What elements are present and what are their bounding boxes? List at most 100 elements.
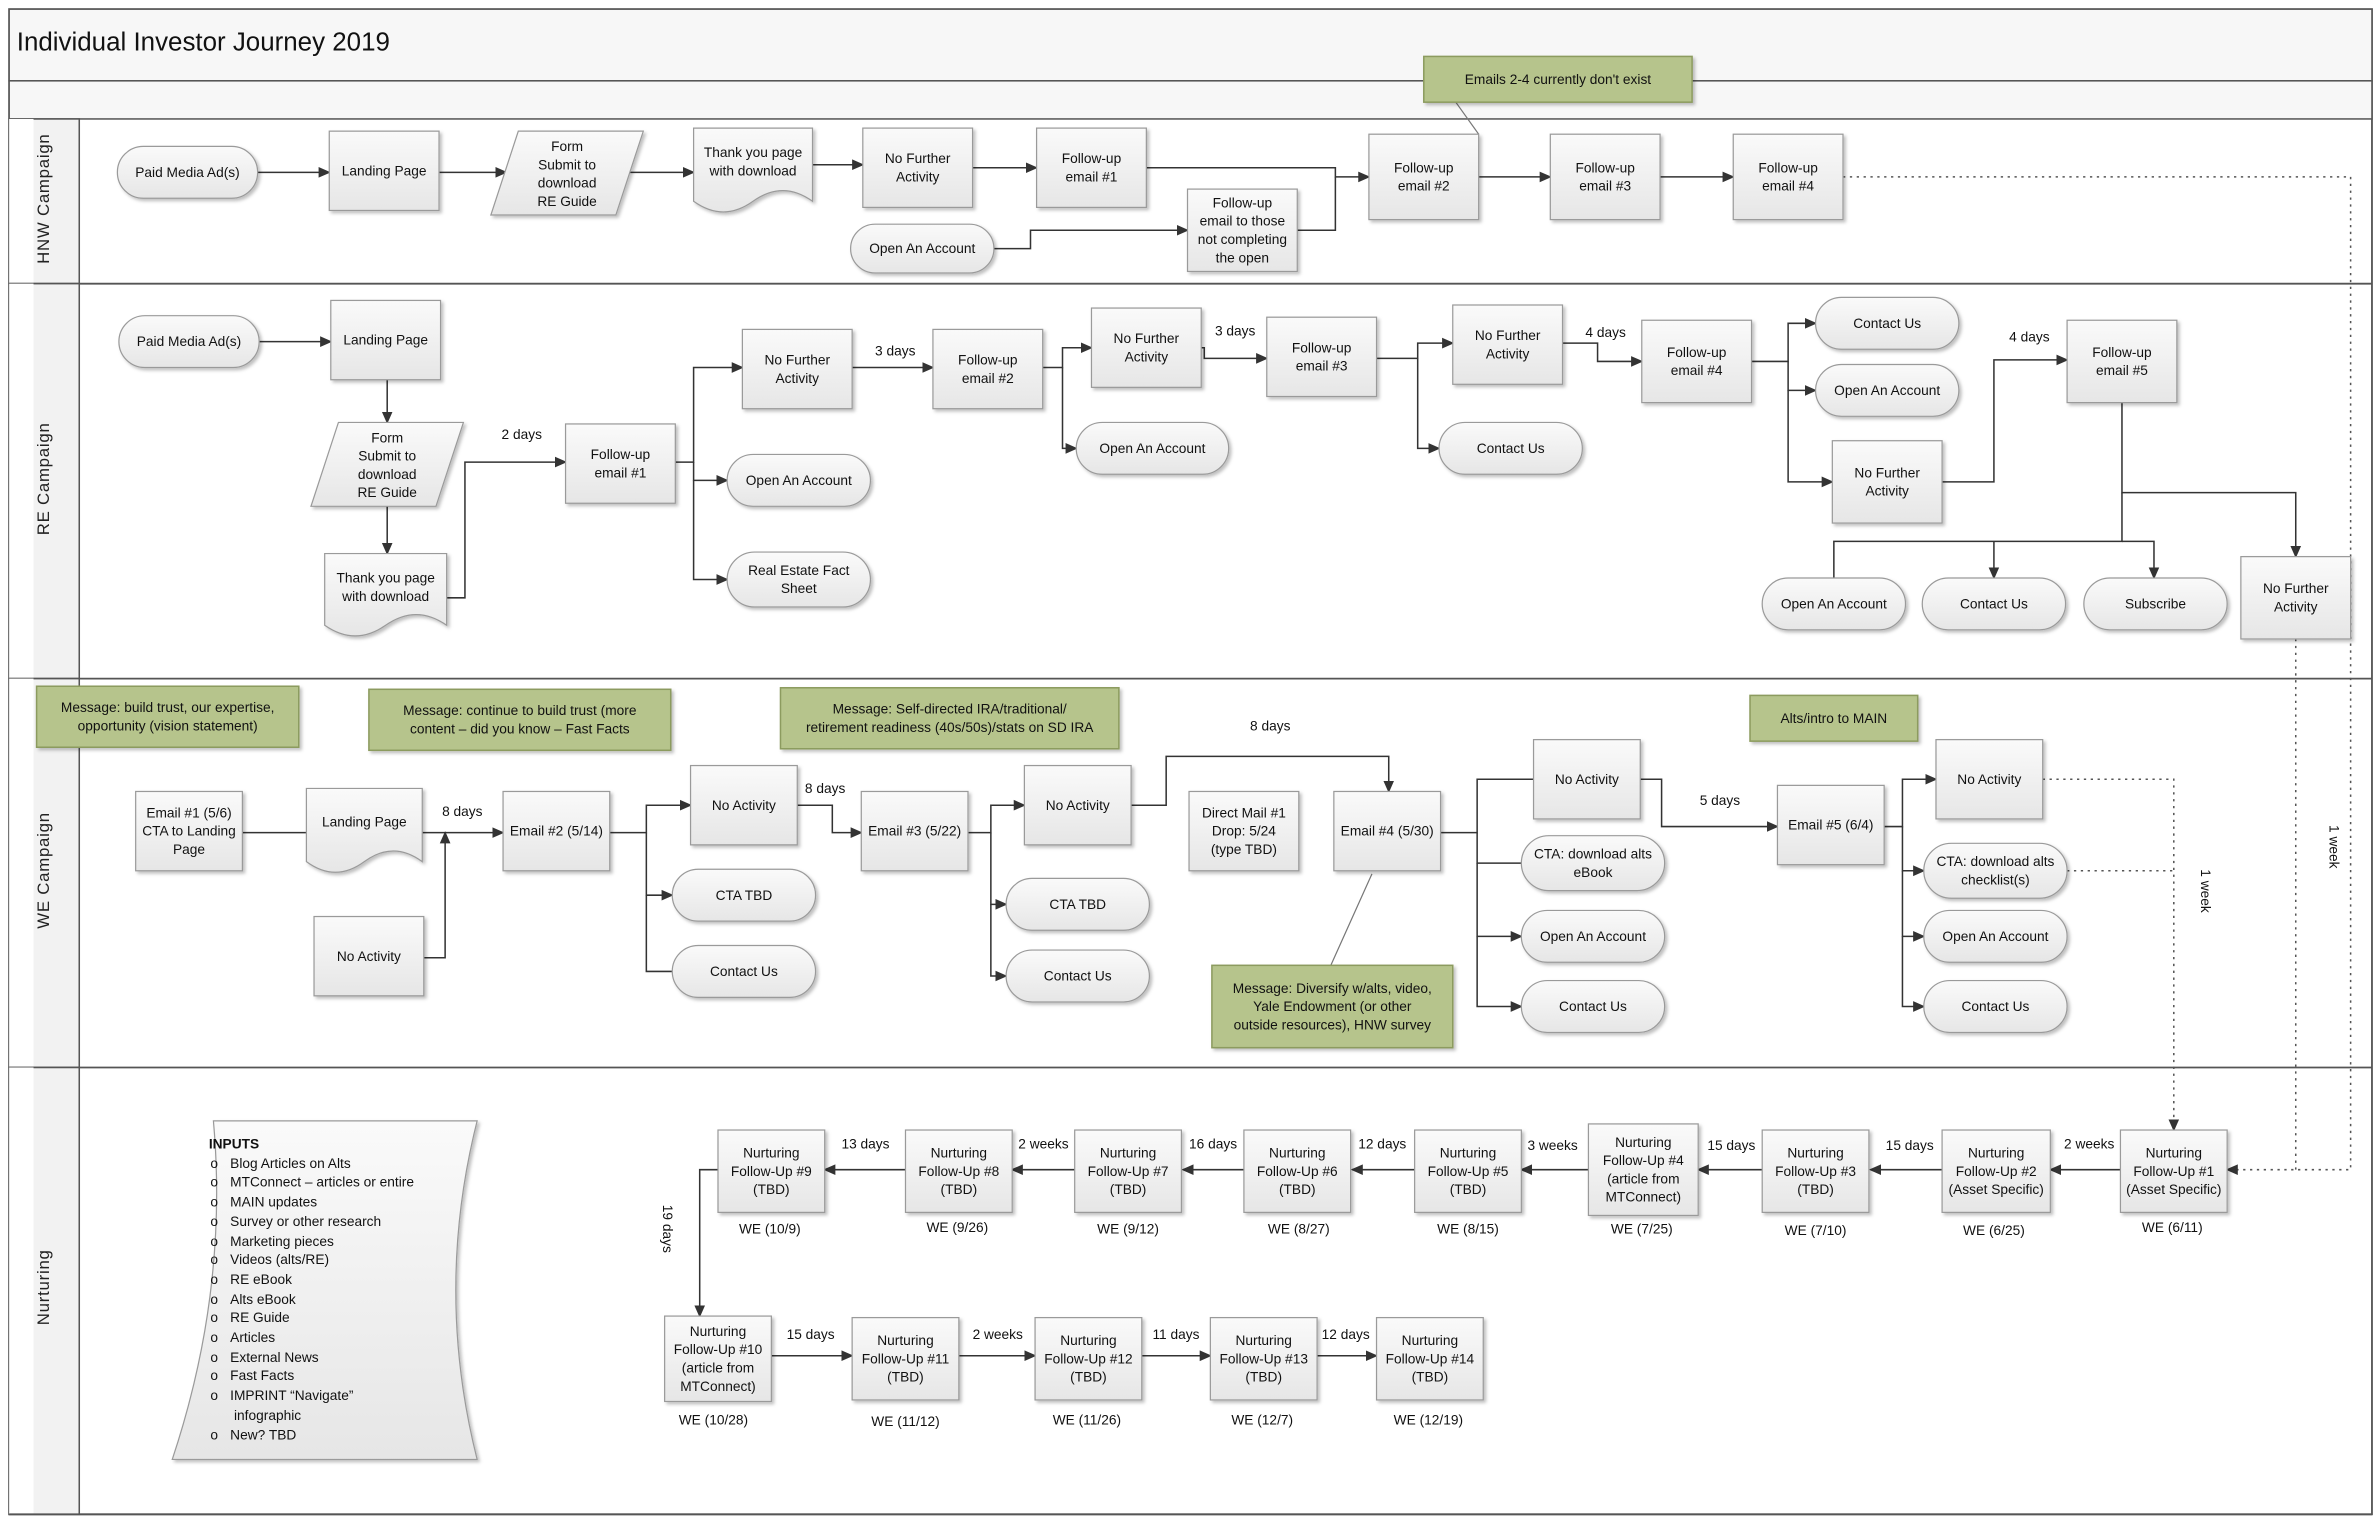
date-d5: WE (8/15) (1437, 1221, 1499, 1237)
node-we-contact3: Contact Us (1559, 998, 1627, 1015)
node-we-noact3: No Activity (1045, 797, 1110, 813)
edge-label-we-8days-a: 8 days (442, 803, 483, 819)
node-re-nofurther2: No Further Activity (1113, 330, 1180, 365)
inputs-item: Videos (alts/RE) (209, 1251, 414, 1270)
connector-arrow (1476, 936, 1523, 1012)
edge-label-re-1week: 1 week (2326, 825, 2342, 869)
node-hnw-fu1: Follow-up email #1 (1061, 150, 1122, 185)
node-hnw-fu3: Follow-up email #3 (1575, 160, 1635, 194)
node-re-thanks: Thank you page with download (336, 569, 435, 604)
page-title: Individual Investor Journey 2019 (16, 27, 390, 57)
connector-arrow (694, 1168, 718, 1318)
inputs-item: IMPRINT “Navigate” infographic (209, 1386, 414, 1425)
note-we-msg5: Message: Diversify w/alts, video, Yale E… (1232, 980, 1432, 1033)
edge-label-we-8days-b: 8 days (804, 780, 846, 797)
edge-label-n-15days-a: 15 days (1707, 1137, 1756, 1153)
connector-arrow (1787, 361, 1818, 396)
connector-arrow (1376, 337, 1455, 360)
date-d11: WE (11/12) (871, 1413, 940, 1429)
inputs-item: External News (209, 1348, 414, 1367)
lane-label-re: RE Campaign (35, 422, 54, 536)
connector-arrow (692, 480, 729, 585)
edge-label-n-11days: 11 days (1152, 1326, 1200, 1342)
node-hnw-nofurther: No Further Activity (884, 150, 951, 185)
node-re-fu2: Follow-up email #2 (958, 352, 1018, 386)
connector-arrow (1942, 354, 2069, 483)
lane-header-strip (9, 118, 34, 284)
journey-diagram: Individual Investor Journey 2019 HNW Cam… (0, 0, 2378, 1522)
node-n3: Nurturing Follow-Up #3 (TBD) (1775, 1145, 1856, 1198)
node-we-contact4: Contact Us (1961, 998, 2030, 1015)
connector-arrow (2121, 402, 2302, 559)
date-d6: WE (8/27) (1267, 1221, 1330, 1237)
date-d12: WE (11/26) (1052, 1412, 1122, 1428)
node-hnw-form: Form Submit to download RE Guide (537, 138, 597, 209)
node-n12: Nurturing Follow-Up #12 (TBD) (1044, 1332, 1133, 1385)
node-re-fu4: Follow-up email #4 (1666, 344, 1727, 379)
node-n13: Nurturing Follow-Up #13 (TBD) (1219, 1332, 1308, 1385)
date-d13: WE (12/7) (1231, 1412, 1294, 1428)
lane-header-strip (9, 283, 34, 679)
node-hnw-fu2: Follow-up email #2 (1394, 160, 1454, 194)
node-hnw-landing: Landing Page (341, 163, 427, 179)
connector-arrow (423, 831, 451, 959)
date-d9: WE (10/9) (738, 1221, 801, 1237)
node-re-subscribe: Subscribe (2124, 596, 2187, 612)
node-we-contact2: Contact Us (1043, 968, 1112, 984)
connector-arrow (609, 799, 693, 834)
node-hnw-paid: Paid Media Ad(s) (135, 164, 240, 180)
node-re-nofurther5: No Further Activity (2262, 581, 2329, 615)
inputs-item: MAIN updates (209, 1193, 414, 1212)
edge-label-re-4days-b: 4 days (2009, 329, 2050, 345)
node-re-open3: Open An Account (1834, 382, 1941, 399)
node-we-cta2: CTA TBD (1049, 896, 1107, 912)
connector-arrow (645, 895, 673, 973)
edge-label-n-13days: 13 days (841, 1136, 890, 1152)
edge-label-n-12days-a: 12 days (1358, 1136, 1407, 1152)
node-we-email4: Email #4 (5/30) (1340, 823, 1434, 839)
node-re-landing: Landing Page (343, 332, 429, 348)
edge-label-re-4days-a: 4 days (1585, 324, 1626, 341)
edge-label-n-15days-b: 15 days (1885, 1137, 1934, 1153)
connector-arrow (1476, 863, 1523, 942)
connector-arrow (1440, 778, 1534, 834)
node-re-nofurther1: No Further Activity (764, 352, 831, 386)
inputs-item: MTConnect – articles or entire (209, 1173, 414, 1192)
edge-label-we-1week: 1 week (2198, 869, 2214, 913)
node-re-contact3: Contact Us (1959, 596, 2028, 612)
node-hnw-fu4: Follow-up email #4 (1758, 160, 1818, 194)
node-re-contact2: Contact Us (1853, 315, 1922, 331)
edge-label-we-8days-c: 8 days (1250, 718, 1291, 734)
connector-arrow (645, 832, 674, 901)
node-n2: Nurturing Follow-Up #2 (Asset Specific) (1948, 1145, 2044, 1198)
inputs-item: RE Guide (209, 1309, 414, 1328)
node-n5: Nurturing Follow-Up #5 (TBD) (1427, 1145, 1509, 1198)
connector-arrow (990, 832, 1008, 910)
edge-label-n-19days: 19 days (660, 1204, 676, 1253)
node-n1: Nurturing Follow-Up #1 (Asset Specific) (2126, 1145, 2222, 1198)
connector-arrow (1297, 176, 1337, 232)
edge-label-n-16days: 16 days (1189, 1136, 1238, 1152)
lane-header-strip (9, 678, 34, 1068)
connector-arrow (1901, 826, 1926, 877)
node-re-fact: Real Estate Fact Sheet (748, 562, 850, 597)
inputs-item: RE eBook (209, 1270, 414, 1289)
connector-arrow (1061, 367, 1078, 454)
connector-arrow (1042, 342, 1093, 369)
connector-arrow (1884, 773, 1938, 828)
date-d1: WE (6/11) (2141, 1220, 2203, 1236)
node-n7: Nurturing Follow-Up #7 (TBD) (1087, 1145, 1169, 1198)
connector-arrow (1201, 346, 1269, 364)
inputs-item: Articles (209, 1328, 414, 1347)
node-hnw-open: Open An Account (869, 240, 976, 257)
node-we-dm: Direct Mail #1 Drop: 5/24 (type TBD) (1201, 805, 1286, 858)
connector-arrow (797, 804, 863, 838)
inputs-item: Marketing pieces (209, 1231, 414, 1250)
inputs-item: New? TBD (209, 1425, 414, 1444)
node-n6: Nurturing Follow-Up #6 (TBD) (1256, 1145, 1338, 1198)
date-d8: WE (9/26) (926, 1220, 989, 1236)
connector-arrow (675, 362, 744, 463)
node-we-ctaalts: CTA: download alts eBook (1534, 846, 1652, 880)
connector-arrow (1416, 358, 1441, 454)
node-n9: Nurturing Follow-Up #9 (TBD) (730, 1145, 812, 1198)
